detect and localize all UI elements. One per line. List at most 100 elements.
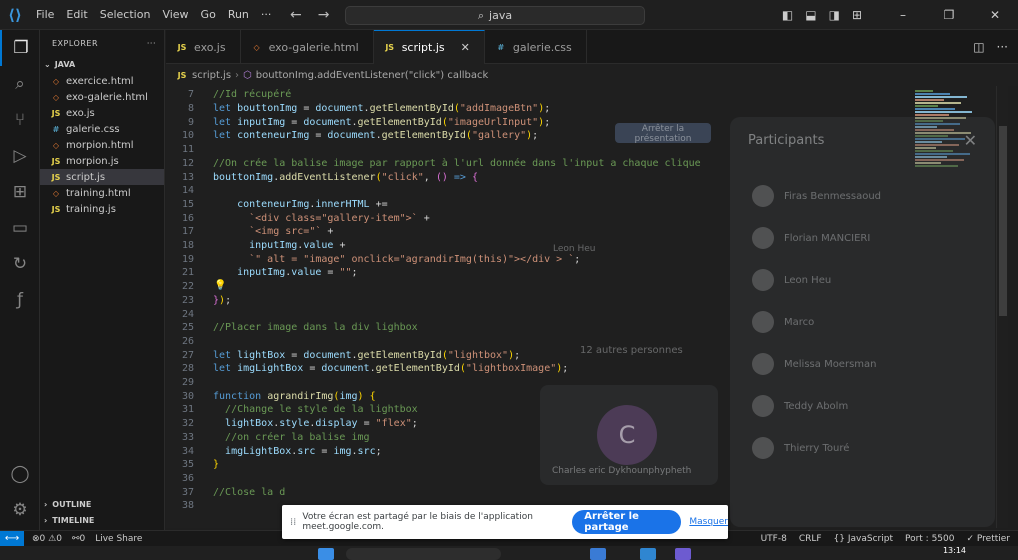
html-file-icon: ◇ xyxy=(52,188,60,198)
problems-count[interactable]: ⊗0 ⚠0 xyxy=(32,534,62,544)
activity-bar-bottom: ◯ ⚙ xyxy=(0,456,40,528)
file-item[interactable]: JS training.js xyxy=(40,201,164,217)
menu-more[interactable]: ··· xyxy=(255,0,278,30)
menu-view[interactable]: View xyxy=(156,0,194,30)
breadcrumb-symbol[interactable]: bouttonImg.addEventListener("click") cal… xyxy=(256,70,489,81)
status-left: ⊗0 ⚠0 ⚯0 Live Share xyxy=(32,534,142,544)
encoding[interactable]: UTF-8 xyxy=(761,534,787,544)
code-token: bouttonImg xyxy=(237,103,298,115)
menu-selection[interactable]: Selection xyxy=(94,0,157,30)
forward-arrow-icon[interactable]: → xyxy=(318,7,330,23)
file-label: training.html xyxy=(66,187,131,199)
code-token: "click" xyxy=(381,171,424,183)
teams-icon[interactable] xyxy=(590,548,606,560)
extensions-icon[interactable]: ⊞ xyxy=(0,174,40,210)
file-label: morpion.html xyxy=(66,139,134,151)
file-item[interactable]: ◇ exercice.html xyxy=(40,73,164,89)
file-item[interactable]: # galerie.css xyxy=(40,121,164,137)
customize-layout-icon[interactable]: ⊞ xyxy=(852,8,862,22)
live-share-status[interactable]: Live Share xyxy=(95,534,142,544)
live-server-port[interactable]: Port : 5500 xyxy=(905,534,955,544)
drag-handle-icon[interactable]: ⁞⁞ xyxy=(290,517,296,528)
code-token: conteneurImg xyxy=(237,198,310,210)
toggle-secondary-sidebar-icon[interactable]: ◨ xyxy=(829,8,840,22)
breadcrumb-file[interactable]: script.js xyxy=(192,70,231,81)
source-control-icon[interactable]: ⑂ xyxy=(0,102,40,138)
timeline-header[interactable]: › TIMELINE xyxy=(40,512,165,528)
editor-tab[interactable]: JS script.js ✕ xyxy=(373,30,485,64)
editor-tab[interactable]: # galerie.css xyxy=(485,30,587,64)
run-debug-icon[interactable]: ▷ xyxy=(0,138,40,174)
breadcrumb-symbol-icon: ⬡ xyxy=(243,69,252,81)
ports-count[interactable]: ⚯0 xyxy=(72,534,85,544)
stop-sharing-button[interactable]: Arrêter le partage xyxy=(572,510,682,534)
line-code: //on créer la balise img xyxy=(213,432,370,443)
split-editor-icon[interactable]: ◫ xyxy=(973,40,984,54)
close-window-button[interactable]: ✕ xyxy=(972,0,1018,30)
file-item[interactable]: JS exo.js xyxy=(40,105,164,121)
share-message: Votre écran est partagé par le biais de … xyxy=(302,512,533,532)
vscode-taskbar-icon[interactable] xyxy=(640,548,656,560)
app-taskbar-icon[interactable] xyxy=(675,548,691,560)
language-mode[interactable]: {} JavaScript xyxy=(834,534,893,544)
jupyter-icon[interactable]: ƒ xyxy=(0,282,40,318)
back-arrow-icon[interactable]: ← xyxy=(290,7,302,23)
menu-edit[interactable]: Edit xyxy=(60,0,93,30)
tab-list: JS exo.js ◇ exo-galerie.html JS script.js ✕ # ga… xyxy=(166,30,587,64)
file-item[interactable]: ◇ exo-galerie.html xyxy=(40,89,164,105)
line-code: `<div class="gallery-item">` + xyxy=(213,213,430,224)
menu-run[interactable]: Run xyxy=(222,0,255,30)
menu-go[interactable]: Go xyxy=(195,0,222,30)
code-token: + xyxy=(333,240,346,252)
timeline-label: TIMELINE xyxy=(52,515,95,525)
lightbulb-icon[interactable]: 💡 xyxy=(214,280,226,291)
close-tab-icon[interactable]: ✕ xyxy=(461,41,470,54)
avatar xyxy=(752,311,774,333)
prettier-status[interactable]: ✓ Prettier xyxy=(966,534,1010,544)
windows-start-icon[interactable] xyxy=(318,548,334,560)
code-token: ; xyxy=(225,294,232,306)
line-number: 35 xyxy=(181,459,194,471)
file-item[interactable]: ◇ morpion.html xyxy=(40,137,164,153)
hide-banner-link[interactable]: Masquer xyxy=(689,517,728,527)
code-token: getElementById xyxy=(375,363,460,375)
file-item[interactable]: JS morpion.js xyxy=(40,153,164,169)
scroll-thumb[interactable] xyxy=(999,126,1007,316)
more-actions-icon[interactable]: ··· xyxy=(147,39,156,48)
search-view-icon[interactable]: ⌕ xyxy=(0,66,40,102)
line-number: 17 xyxy=(181,226,194,238)
maximize-button[interactable]: ❐ xyxy=(926,0,972,30)
file-item[interactable]: ◇ training.html xyxy=(40,185,164,201)
participant-name: Teddy Abolm xyxy=(784,400,849,412)
js-file-icon: JS xyxy=(51,172,61,182)
folder-java[interactable]: ⌄ JAVA xyxy=(40,56,164,73)
more-actions-icon[interactable]: ··· xyxy=(997,40,1008,54)
remote-indicator-icon[interactable]: ⟷ xyxy=(0,530,24,547)
file-item[interactable]: JS script.js xyxy=(40,169,164,185)
outline-header[interactable]: › OUTLINE xyxy=(40,496,165,512)
participant-name: Thierry Touré xyxy=(784,442,850,454)
code-token: = xyxy=(309,130,328,142)
code-token: "lightboxImage" xyxy=(465,363,557,375)
editor-tab[interactable]: JS exo.js xyxy=(166,30,241,64)
toggle-primary-sidebar-icon[interactable]: ◧ xyxy=(782,8,793,22)
participant-name: Firas Benmessaoud xyxy=(784,190,882,202)
minimize-button[interactable]: – xyxy=(880,0,926,30)
remote-explorer-icon[interactable]: ▭ xyxy=(0,210,40,246)
toggle-panel-icon[interactable]: ⬓ xyxy=(805,8,816,22)
accounts-icon[interactable]: ◯ xyxy=(0,456,40,492)
html-file-icon: ◇ xyxy=(52,76,60,86)
explorer-icon[interactable]: ❐ xyxy=(0,30,40,66)
line-number: 36 xyxy=(181,472,194,484)
command-center-search[interactable]: ⌕ java xyxy=(345,6,645,25)
vertical-scrollbar[interactable] xyxy=(996,86,1008,528)
taskbar-search-icon[interactable] xyxy=(346,548,501,560)
settings-gear-icon[interactable]: ⚙ xyxy=(0,492,40,528)
editor-tab[interactable]: ◇ exo-galerie.html xyxy=(241,30,374,64)
live-share-icon[interactable]: ↻ xyxy=(0,246,40,282)
menu-file[interactable]: File xyxy=(30,0,60,30)
line-endings[interactable]: CRLF xyxy=(799,534,822,544)
